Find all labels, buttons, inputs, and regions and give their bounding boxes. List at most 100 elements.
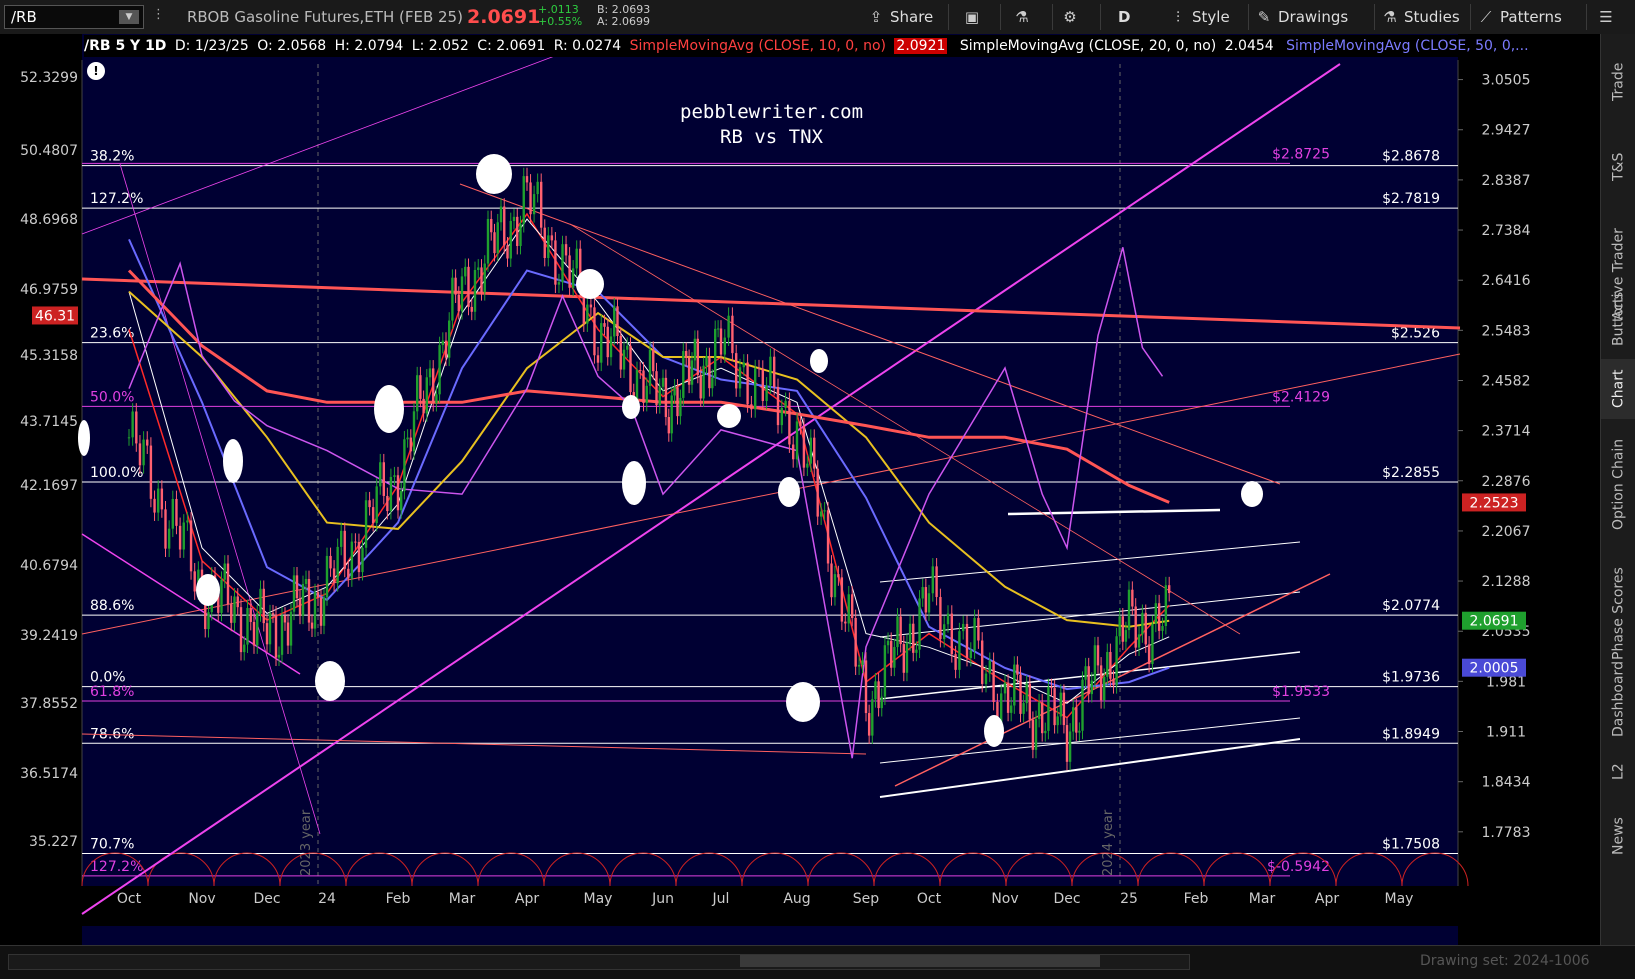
pivot-marker[interactable] [810, 349, 828, 373]
pivot-marker[interactable] [1241, 481, 1263, 507]
candle-body [1168, 585, 1171, 594]
candle-body [292, 575, 296, 612]
toolbar-divider [1248, 4, 1249, 30]
candle-body [246, 607, 249, 645]
time-axis-label: May [584, 891, 613, 907]
candle-body [425, 377, 428, 414]
chart-area[interactable]: 3.0505 2.9427 2.8387 2.7384 2.6416 2.5483 2.45… [0, 34, 1600, 945]
candle-body [761, 368, 764, 401]
style-button[interactable]: ⫶ Style [1168, 6, 1230, 28]
candle-body [958, 631, 961, 670]
menu-button[interactable]: ☰ [1596, 6, 1620, 28]
trendline[interactable] [119, 163, 321, 835]
candle-body [1131, 589, 1134, 607]
candle-body [806, 463, 809, 468]
candle-body [289, 611, 293, 646]
candle-body [702, 365, 705, 399]
share-button[interactable]: ⇪ Share [866, 6, 934, 28]
tnx-current-value: 46.31 [35, 308, 75, 324]
candle-body [1003, 682, 1007, 694]
candle-body [283, 615, 287, 623]
side-tab-news[interactable]: News [1601, 804, 1635, 869]
toolbar-divider [1000, 4, 1001, 30]
candle-body [1087, 666, 1090, 695]
candle-body [1109, 651, 1112, 679]
watermark-line-2: RB vs TNX [720, 126, 823, 148]
candle-body [343, 530, 346, 569]
time-axis-label: 25 [1120, 891, 1138, 907]
trendline[interactable] [879, 738, 1301, 798]
trendline[interactable] [81, 733, 867, 755]
candle-body [277, 654, 281, 658]
candle-body [619, 335, 622, 370]
symbol-dropdown-icon[interactable]: ▼ [119, 10, 139, 24]
candle-body [379, 462, 382, 487]
candle-body [1099, 665, 1103, 701]
screenshot-button[interactable]: ▣ [962, 6, 986, 28]
patterns-button[interactable]: ⟋ Patterns [1476, 6, 1562, 28]
pivot-marker[interactable] [223, 439, 243, 483]
pivot-marker[interactable] [622, 461, 646, 505]
candle-body [371, 507, 375, 524]
side-tab-chart[interactable]: Chart [1601, 359, 1635, 419]
side-tab-t-s[interactable]: T&S [1601, 114, 1635, 219]
trendline[interactable] [81, 63, 1341, 915]
alert-icon[interactable]: ! [87, 62, 105, 80]
pivot-marker[interactable] [786, 682, 820, 722]
side-tab-option-chain[interactable]: Option Chain [1601, 424, 1635, 544]
trendline[interactable] [81, 53, 561, 235]
pivot-marker[interactable] [196, 574, 220, 606]
side-tab-l2[interactable]: L2 [1601, 749, 1635, 794]
trendline[interactable] [459, 183, 1281, 485]
flask-button[interactable]: ⚗ [1012, 6, 1036, 28]
price-chart[interactable]: 3.0505 2.9427 2.8387 2.7384 2.6416 2.5483 2.45… [0, 34, 1600, 945]
time-axis-label: Oct [917, 891, 942, 907]
studies-label: Studies [1404, 8, 1460, 26]
candle-body [1031, 719, 1035, 750]
candle-body [1072, 707, 1075, 732]
candle-body [543, 227, 546, 259]
trendline[interactable] [879, 717, 1301, 764]
candle-body [432, 368, 435, 404]
drawings-button[interactable]: ✎ Drawings [1254, 6, 1349, 28]
candle-body [389, 476, 393, 512]
candle-body [769, 356, 772, 386]
pivot-marker[interactable] [717, 404, 741, 428]
scrollbar-thumb[interactable] [740, 955, 1100, 967]
time-axis-label: Jul [712, 891, 730, 907]
side-tab-trade[interactable]: Trade [1601, 52, 1635, 112]
right-axis-tick-label: 2.3714 [1482, 424, 1531, 440]
pivot-marker[interactable] [476, 154, 512, 194]
candle-body [648, 349, 652, 386]
candle-body [233, 596, 236, 623]
candle-body [918, 598, 921, 650]
candle-body [451, 277, 454, 321]
candle-body [902, 644, 905, 673]
pivot-marker[interactable] [778, 477, 800, 507]
side-tab-dashboard[interactable]: Dashboard [1601, 649, 1635, 749]
pivot-marker[interactable] [374, 385, 404, 433]
side-tab-buttons[interactable]: Buttons [1601, 279, 1635, 359]
candle-body [428, 368, 432, 378]
settings-button[interactable]: ⚙ [1060, 6, 1084, 28]
toolbar-divider [1374, 4, 1375, 30]
style-label: Style [1192, 8, 1230, 26]
pivot-marker[interactable] [622, 395, 640, 419]
symbol-input[interactable]: /RB ▼ [4, 5, 144, 29]
pivot-marker[interactable] [576, 269, 604, 299]
candle-body [1106, 651, 1109, 677]
candle-body [1134, 606, 1137, 648]
pivot-marker[interactable] [984, 715, 1004, 747]
trendline[interactable] [81, 277, 1461, 330]
pivot-marker[interactable] [78, 420, 90, 456]
trendline[interactable] [879, 541, 1301, 583]
candle-body [1006, 682, 1010, 713]
trendline[interactable] [1007, 508, 1221, 516]
pivot-marker[interactable] [315, 661, 345, 701]
candle-body [1025, 683, 1028, 704]
link-icon[interactable]: ⋮ [152, 7, 165, 27]
studies-button[interactable]: ⚗ Studies [1380, 6, 1460, 28]
period-button[interactable]: D [1118, 6, 1130, 28]
candle-body [780, 407, 783, 426]
candle-body [861, 660, 864, 665]
